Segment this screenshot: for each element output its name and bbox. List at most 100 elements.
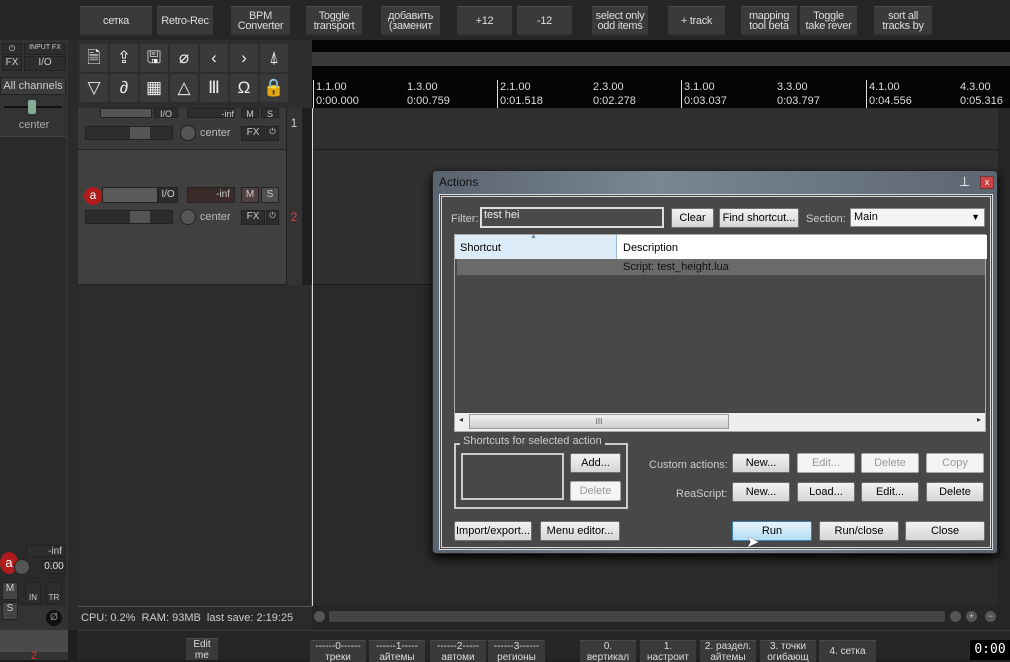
grid-icon[interactable]: ▦ bbox=[140, 74, 168, 102]
bottom-button-split-items[interactable]: 2. раздел. айтемы bbox=[700, 640, 756, 662]
attach-icon[interactable]: ⌀ bbox=[170, 44, 198, 72]
track-2-fx-bypass-icon[interactable]: ⏻ bbox=[266, 210, 279, 225]
save-project-icon[interactable]: 🖫 bbox=[140, 44, 168, 72]
scroll-right-icon[interactable]: ▸ bbox=[977, 415, 981, 424]
add-shortcut-button[interactable]: Add... bbox=[570, 453, 621, 473]
reascript-delete-button[interactable]: Delete bbox=[926, 482, 984, 502]
custom-delete-button[interactable]: Delete bbox=[861, 453, 919, 473]
section-select[interactable]: Main ▼ bbox=[850, 208, 985, 227]
zoom-in-icon[interactable]: + bbox=[966, 611, 977, 622]
track-2-name-field[interactable] bbox=[102, 187, 158, 203]
bottom-button-items[interactable]: ------1----- айтемы bbox=[369, 640, 425, 662]
scroll-left-icon[interactable] bbox=[314, 611, 325, 622]
bottom-button-grid[interactable]: 4. сетка bbox=[819, 640, 876, 662]
channels-select[interactable]: All channels bbox=[0, 77, 66, 95]
track-2-mute-button[interactable]: M bbox=[241, 187, 259, 203]
toolbar-button-retro-rec[interactable]: Retro-Rec bbox=[157, 6, 213, 36]
find-shortcut-button[interactable]: Find shortcut... bbox=[719, 208, 799, 228]
input-fx-button[interactable]: INPUT FX bbox=[24, 43, 66, 55]
track-1-io-button[interactable]: I/O bbox=[154, 108, 178, 119]
track-1-mute-button[interactable]: M bbox=[241, 108, 259, 119]
toolbar-button-toggle-take-reverse[interactable]: Toggle take rever bbox=[800, 6, 857, 36]
arrange-horizontal-scrollbar[interactable] bbox=[328, 610, 946, 623]
input-monitor-button[interactable]: IN bbox=[25, 582, 41, 604]
track-2-io-button[interactable]: I/O bbox=[158, 187, 178, 203]
zoom-out-icon[interactable]: − bbox=[985, 611, 996, 622]
bottom-button-envelope-points[interactable]: 3. точки огибающ bbox=[760, 640, 816, 662]
shortcuts-listbox[interactable] bbox=[461, 453, 564, 500]
track-1-name-field[interactable] bbox=[100, 108, 152, 118]
pin-icon[interactable]: ⊥ bbox=[959, 174, 970, 190]
envelope-icon[interactable]: △ bbox=[170, 74, 198, 102]
master-pan-handle[interactable] bbox=[28, 100, 36, 114]
run-close-button[interactable]: Run/close bbox=[819, 521, 899, 541]
ripple-icon[interactable]: Ⅲ bbox=[200, 74, 228, 102]
pan-knob-icon[interactable] bbox=[14, 559, 30, 575]
bottom-button-vertical[interactable]: 0. вертикал bbox=[580, 640, 636, 662]
power-icon[interactable]: ⏻ bbox=[2, 43, 22, 55]
link-icon[interactable]: ∂ bbox=[110, 74, 138, 102]
region-lane[interactable] bbox=[312, 52, 1010, 66]
track-record-mode-button[interactable]: TR bbox=[46, 582, 62, 604]
toolbar-button-select-odd[interactable]: select only odd items bbox=[592, 6, 648, 36]
toolbar-button-toggle-transport[interactable]: Toggle transport bbox=[306, 6, 362, 36]
solo-button[interactable]: S bbox=[2, 602, 18, 620]
toolbar-button-add-track[interactable]: + track bbox=[668, 6, 725, 36]
custom-new-button[interactable]: New... bbox=[732, 453, 790, 473]
custom-copy-button[interactable]: Copy bbox=[926, 453, 984, 473]
reascript-new-button[interactable]: New... bbox=[732, 482, 790, 502]
toolbar-button-bpm-converter[interactable]: BPM Converter bbox=[231, 6, 290, 36]
toolbar-button-add-replace[interactable]: добавить (заменит bbox=[381, 6, 440, 36]
snap-icon[interactable]: Ω bbox=[230, 74, 258, 102]
master-fx-button[interactable]: FX bbox=[2, 56, 22, 71]
delete-shortcut-button[interactable]: Delete bbox=[570, 481, 621, 501]
scrollbar-thumb[interactable]: III bbox=[469, 414, 729, 429]
reascript-edit-button[interactable]: Edit... bbox=[861, 482, 919, 502]
metronome-icon[interactable]: ⍋ bbox=[260, 44, 288, 72]
track-2-record-arm-icon[interactable]: a bbox=[84, 187, 102, 205]
track-1-pan-knob[interactable] bbox=[180, 125, 196, 141]
toolbar-button-setka[interactable]: сетка bbox=[80, 6, 152, 36]
scroll-right-icon[interactable] bbox=[950, 611, 961, 622]
track-2-pan-knob[interactable] bbox=[180, 209, 196, 225]
toolbar-button-minus12[interactable]: -12 bbox=[517, 6, 572, 36]
bottom-button-tracks[interactable]: ------0------ треки bbox=[310, 640, 366, 662]
back-icon[interactable]: ‹ bbox=[200, 44, 228, 72]
scroll-left-icon[interactable]: ◂ bbox=[459, 415, 463, 424]
lock-icon[interactable]: 🔒 bbox=[260, 74, 288, 102]
filter-icon[interactable]: ▽ bbox=[80, 74, 108, 102]
track-1-fx-bypass-icon[interactable]: ⏻ bbox=[266, 126, 279, 141]
toolbar-button-mapping-tool[interactable]: mapping tool beta bbox=[741, 6, 797, 36]
track-1-volume-slider[interactable] bbox=[85, 126, 173, 140]
close-button[interactable]: Close bbox=[905, 521, 985, 541]
run-button[interactable]: Run bbox=[732, 521, 812, 541]
track-1-fx-button[interactable]: FX bbox=[241, 126, 265, 141]
toolbar-button-sort-tracks[interactable]: sort all tracks by bbox=[874, 6, 932, 36]
custom-edit-button[interactable]: Edit... bbox=[797, 453, 855, 473]
bottom-button-edit-me[interactable]: Edit me bbox=[186, 638, 218, 660]
mute-button[interactable]: M bbox=[2, 582, 18, 600]
master-io-button[interactable]: I/O bbox=[24, 56, 66, 71]
reascript-load-button[interactable]: Load... bbox=[797, 482, 855, 502]
track-2-volume-slider[interactable] bbox=[85, 210, 173, 224]
close-icon[interactable]: x bbox=[980, 176, 994, 189]
phase-icon[interactable]: Ø bbox=[46, 610, 62, 626]
track-2-solo-button[interactable]: S bbox=[261, 187, 279, 203]
bottom-button-settings[interactable]: 1. настроит bbox=[640, 640, 696, 662]
bottom-button-automation[interactable]: ------2----- автоми bbox=[430, 640, 486, 662]
vertical-scrollbar[interactable] bbox=[998, 108, 1010, 606]
table-row[interactable]: Script: test_height.lua bbox=[457, 259, 985, 275]
actions-list[interactable]: Shortcut ▲ Description Script: test_heig… bbox=[454, 233, 987, 432]
new-project-icon[interactable]: 🗎 bbox=[80, 44, 108, 72]
import-export-button[interactable]: Import/export... bbox=[454, 521, 532, 541]
column-header-description[interactable]: Description bbox=[617, 235, 987, 259]
track-2-fx-button[interactable]: FX bbox=[241, 210, 265, 225]
menu-editor-button[interactable]: Menu editor... bbox=[540, 521, 620, 541]
toolbar-button-plus12[interactable]: +12 bbox=[457, 6, 512, 36]
forward-icon[interactable]: › bbox=[230, 44, 258, 72]
open-project-icon[interactable]: ⇪ bbox=[110, 44, 138, 72]
clear-button[interactable]: Clear bbox=[671, 208, 714, 228]
bottom-button-regions[interactable]: ------3------ регионы bbox=[488, 640, 545, 662]
horizontal-scrollbar[interactable]: ◂ III ▸ bbox=[455, 413, 985, 431]
track-1-solo-button[interactable]: S bbox=[261, 108, 279, 119]
